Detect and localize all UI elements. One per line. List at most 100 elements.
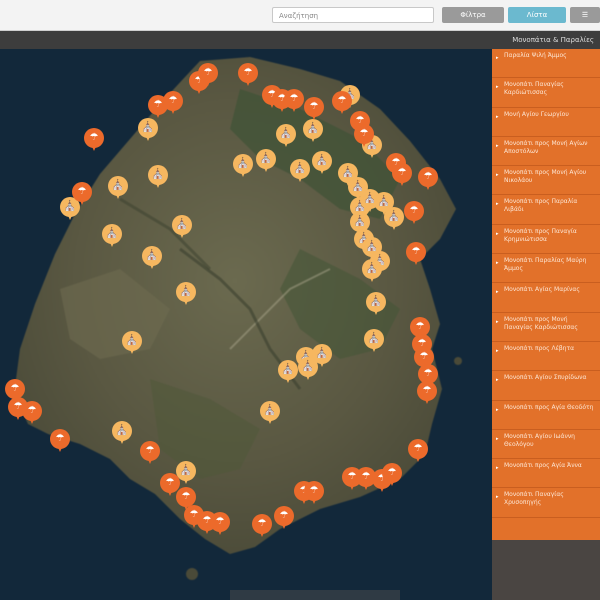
bullet-icon: ▸ [496, 406, 499, 413]
monastery-pin[interactable]: ⛪ [112, 421, 132, 445]
monastery-icon: ⛪ [301, 361, 315, 372]
beach-pin[interactable]: ☂ [84, 128, 104, 152]
list-item-label: Παραλία Ψιλή Άμμος [504, 52, 567, 59]
list-item[interactable]: ▸ Μονοπάτι Αγίας Μαρίνας [492, 283, 600, 313]
monastery-pin[interactable]: ⛪ [260, 401, 280, 425]
monastery-pin[interactable]: ⛪ [303, 119, 323, 143]
beach-pin[interactable]: ☂ [382, 463, 402, 487]
monastery-pin[interactable]: ⛪ [172, 215, 192, 239]
list-item[interactable]: ▸ Μονοπάτι Αγίου Ιωάννη Θεολόγου [492, 430, 600, 460]
beach-umbrella-icon: ☂ [413, 443, 423, 454]
beach-pin[interactable]: ☂ [252, 514, 272, 538]
monastery-pin[interactable]: ⛪ [312, 151, 332, 175]
bullet-icon: ▸ [496, 142, 499, 149]
monastery-icon: ⛪ [145, 250, 159, 261]
beach-pin[interactable]: ☂ [50, 429, 70, 453]
beach-pin[interactable]: ☂ [404, 201, 424, 225]
beach-pin[interactable]: ☂ [417, 381, 437, 405]
beach-umbrella-icon: ☂ [89, 132, 99, 143]
bullet-icon: ▸ [496, 230, 499, 237]
beach-pin[interactable]: ☂ [22, 401, 42, 425]
monastery-pin[interactable]: ⛪ [122, 331, 142, 355]
list-item[interactable]: ▸ Μονοπάτι Αγίου Σπυρίδωνα [492, 371, 600, 401]
beach-pin[interactable]: ☂ [198, 63, 218, 87]
monastery-pin[interactable]: ⛪ [148, 165, 168, 189]
monastery-icon: ⛪ [115, 425, 129, 436]
beach-pin[interactable]: ☂ [210, 512, 230, 536]
beach-pin[interactable]: ☂ [408, 439, 428, 463]
beach-umbrella-icon: ☂ [397, 167, 407, 178]
beach-pin[interactable]: ☂ [140, 441, 160, 465]
list-item[interactable]: ▸ Μονοπάτι προς Μονή Αγίου Νικολάου [492, 166, 600, 196]
list-item[interactable]: ▸ Μονοπάτι Παραλίας Μαύρη Άμμος [492, 254, 600, 284]
beach-umbrella-icon: ☂ [422, 385, 432, 396]
beach-pin[interactable]: ☂ [72, 182, 92, 206]
monastery-icon: ⛪ [125, 335, 139, 346]
list-item[interactable]: ▸ Μονοπάτι Παναγίας Καρδιώτισσας [492, 78, 600, 108]
beach-pin[interactable]: ☂ [238, 63, 258, 87]
monastery-pin[interactable]: ⛪ [102, 224, 122, 248]
list-item[interactable]: ▸ Μονοπάτι προς Μονή Παναγίας Καρδιώτισσα… [492, 313, 600, 342]
list-item-label: Μονοπάτι προς Λέβητα [504, 344, 575, 352]
list-item-label: Μονοπάτι Παναγίας Χρυσοπηγής [504, 491, 564, 507]
monastery-pin[interactable]: ⛪ [384, 207, 404, 231]
monastery-icon: ⛪ [175, 219, 189, 230]
monastery-pin[interactable]: ⛪ [108, 176, 128, 200]
sub-header: Μονοπάτια & Παραλίες [0, 31, 600, 49]
beach-pin[interactable]: ☂ [284, 89, 304, 113]
search-input[interactable]: Αναζήτηση [272, 7, 434, 23]
bullet-icon: ▸ [496, 435, 499, 442]
filters-button[interactable]: Φίλτρα [442, 7, 504, 23]
monastery-pin[interactable]: ⛪ [276, 124, 296, 148]
list-item[interactable]: ▸ Μονοπάτι προς Λέβητα [492, 342, 600, 372]
bullet-icon: ▸ [496, 55, 499, 61]
monastery-pin[interactable]: ⛪ [290, 159, 310, 183]
beach-umbrella-icon: ☂ [10, 383, 20, 394]
beach-umbrella-icon: ☂ [168, 95, 178, 106]
monastery-pin[interactable]: ⛪ [298, 357, 318, 381]
list-item[interactable]: ▸ Μονοπάτι προς Αγία Θεοδότη [492, 401, 600, 430]
monastery-pin[interactable]: ⛪ [364, 329, 384, 353]
beach-umbrella-icon: ☂ [243, 67, 253, 78]
monastery-icon: ⛪ [281, 364, 295, 375]
list-item[interactable]: ▸ Μονοπάτι προς Παραλία Λιβάδι [492, 195, 600, 225]
monastery-pin[interactable]: ⛪ [256, 149, 276, 173]
monastery-pin[interactable]: ⛪ [362, 259, 382, 283]
map-view[interactable]: ⛪ ⛪ ⛪ ⛪ ⛪ ⛪ ⛪ ⛪ ⛪ ⛪ ⛪ ⛪ ⛪ ⛪ ⛪ ⛪ ⛪ ⛪ ⛪ ⛪ … [0, 49, 492, 600]
beach-pin[interactable]: ☂ [163, 91, 183, 115]
monastery-pin[interactable]: ⛪ [233, 154, 253, 178]
monastery-icon: ⛪ [387, 211, 401, 222]
beach-pin[interactable]: ☂ [406, 242, 426, 266]
list-item[interactable]: ▸ Μονοπάτι προς Μονή Αγίων Αποστόλων [492, 137, 600, 167]
beach-pin[interactable]: ☂ [304, 97, 324, 121]
beach-umbrella-icon: ☂ [411, 246, 421, 257]
menu-button[interactable]: ☰ [570, 7, 600, 23]
beach-pin[interactable]: ☂ [418, 167, 438, 191]
list-button[interactable]: Λίστα [508, 7, 566, 23]
beach-umbrella-icon: ☂ [337, 95, 347, 106]
list-item[interactable]: ▸ Μονή Αγίου Γεωργίου [492, 108, 600, 137]
beach-pin[interactable]: ☂ [274, 506, 294, 530]
beach-pin[interactable]: ☂ [304, 481, 324, 505]
monastery-pin[interactable]: ⛪ [176, 282, 196, 306]
beach-pin[interactable]: ☂ [332, 91, 352, 115]
top-toolbar: Αναζήτηση Φίλτρα Λίστα ☰ [0, 0, 600, 31]
list-item-label: Μονοπάτι Αγίας Μαρίνας [504, 286, 580, 294]
list-item[interactable]: ▸ Μονοπάτι Παναγίας Χρυσοπηγής [492, 488, 600, 518]
beach-umbrella-icon: ☂ [181, 491, 191, 502]
beach-umbrella-icon: ☂ [359, 128, 369, 139]
bullet-icon: ▸ [496, 201, 499, 208]
list-item-label: Μονοπάτι προς Αγία Άννα [504, 462, 582, 470]
monastery-pin[interactable]: ⛪ [366, 292, 386, 316]
beach-pin[interactable]: ☂ [354, 124, 374, 148]
list-item[interactable]: ▸ Μονοπάτι προς Παναγία Κρημνιώτισσα [492, 225, 600, 255]
monastery-pin[interactable]: ⛪ [142, 246, 162, 270]
beach-umbrella-icon: ☂ [423, 171, 433, 182]
list-item-label: Μονοπάτι προς Παραλία Λιβάδι [504, 198, 578, 214]
list-item[interactable]: ▸ Παραλία Ψιλή Άμμος [492, 49, 600, 79]
list-item[interactable]: ▸ Μονοπάτι προς Αγία Άννα [492, 459, 600, 489]
monastery-pin[interactable]: ⛪ [278, 360, 298, 384]
bullet-icon: ▸ [496, 84, 499, 91]
monastery-pin[interactable]: ⛪ [138, 118, 158, 142]
beach-pin[interactable]: ☂ [392, 163, 412, 187]
